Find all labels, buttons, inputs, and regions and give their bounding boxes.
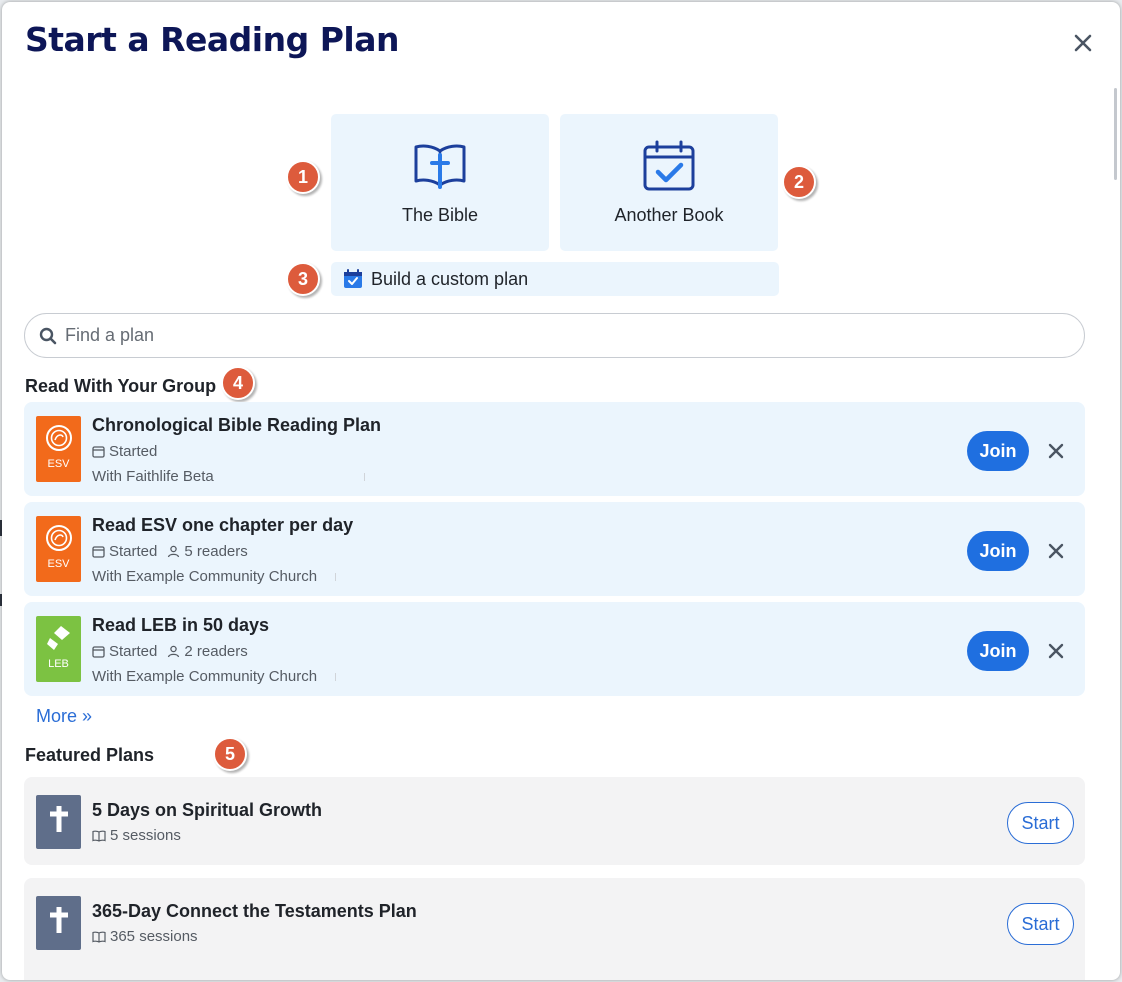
group-plan-row[interactable]: ESV Read ESV one chapter per day Started…: [24, 502, 1085, 596]
plan-group: With Faithlife Beta: [92, 468, 214, 485]
bible-cover-thumbnail: [36, 896, 81, 950]
dialog-title: Start a Reading Plan: [25, 20, 399, 59]
leb-logo-icon: [46, 626, 70, 650]
open-book-icon: [92, 931, 106, 943]
cross-icon: [49, 907, 68, 933]
open-book-icon: [92, 830, 106, 842]
leb-cover-thumbnail: LEB: [36, 616, 81, 682]
plan-group: With Example Community Church: [92, 568, 318, 585]
person-icon: [167, 545, 180, 558]
close-icon: [1048, 643, 1064, 659]
join-plan-button[interactable]: Join: [967, 531, 1029, 571]
annotation-badge-1: 1: [286, 160, 320, 194]
plan-group: With Example Community Church: [92, 668, 318, 685]
join-plan-button[interactable]: Join: [967, 631, 1029, 671]
calendar-icon: [92, 445, 105, 458]
plan-readers: 5 readers: [184, 543, 248, 560]
featured-plan-row[interactable]: 365-Day Connect the Testaments Plan 365 …: [24, 878, 1085, 980]
annotation-badge-2: 2: [782, 165, 816, 199]
bible-cross-icon: [414, 144, 466, 189]
plan-status: Started: [109, 643, 158, 660]
build-custom-plan-button[interactable]: Build a custom plan: [331, 262, 779, 296]
start-plan-button[interactable]: Start: [1007, 802, 1074, 844]
close-dialog-button[interactable]: [1070, 30, 1096, 56]
search-input[interactable]: [65, 325, 1045, 346]
esv-cover-thumbnail: ESV: [36, 416, 81, 482]
dismiss-plan-button[interactable]: [1044, 439, 1068, 463]
scrollbar-thumb[interactable]: [1114, 88, 1117, 180]
esv-seal-icon: [45, 525, 72, 551]
calendar-check-icon: [643, 140, 695, 191]
bible-source-tile[interactable]: The Bible: [331, 114, 549, 251]
plan-status-line: Started 5 readers: [92, 543, 248, 560]
join-plan-button[interactable]: Join: [967, 431, 1029, 471]
group-plan-row[interactable]: ESV Chronological Bible Reading Plan Sta…: [24, 402, 1085, 496]
start-plan-button[interactable]: Start: [1007, 903, 1074, 945]
plan-title: Chronological Bible Reading Plan: [92, 415, 382, 435]
more-group-plans-link[interactable]: More »: [36, 706, 92, 727]
thumbnail-label: ESV: [47, 458, 70, 470]
plan-title: 5 Days on Spiritual Growth: [92, 800, 323, 820]
esv-cover-thumbnail: ESV: [36, 516, 81, 582]
esv-seal-icon: [45, 425, 72, 451]
annotation-badge-5: 5: [213, 737, 247, 771]
custom-plan-label: Build a custom plan: [371, 268, 529, 289]
calendar-icon: [92, 545, 105, 558]
another-book-tile-label: Another Book: [614, 205, 724, 225]
search-icon: [39, 327, 57, 344]
plan-sessions-line: 365 sessions: [92, 928, 198, 945]
featured-plan-row[interactable]: 5 Days on Spiritual Growth 5 sessions St…: [24, 777, 1085, 865]
another-book-source-tile[interactable]: Another Book: [560, 114, 778, 251]
annotation-badge-4: 4: [221, 366, 255, 400]
bible-cover-thumbnail: [36, 795, 81, 849]
featured-section-heading: Featured Plans: [25, 745, 155, 765]
plan-status: Started: [109, 443, 158, 460]
divider-tick: [335, 673, 336, 681]
close-icon: [1074, 34, 1092, 52]
plan-title: Read ESV one chapter per day: [92, 515, 354, 535]
plan-group-line: With Faithlife Beta: [92, 468, 214, 485]
dismiss-plan-button[interactable]: [1044, 639, 1068, 663]
group-section-heading: Read With Your Group: [25, 376, 217, 396]
plan-status-line: Started: [92, 443, 167, 460]
person-icon: [167, 645, 180, 658]
calendar-icon: [92, 645, 105, 658]
close-icon: [1048, 543, 1064, 559]
plan-sessions-line: 5 sessions: [92, 827, 181, 844]
plan-status-line: Started 2 readers: [92, 643, 248, 660]
plan-sessions: 5 sessions: [110, 827, 181, 844]
thumbnail-label: ESV: [47, 558, 70, 570]
calendar-check-small-icon: [344, 269, 362, 288]
plan-status: Started: [109, 543, 158, 560]
dismiss-plan-button[interactable]: [1044, 539, 1068, 563]
thumbnail-label: LEB: [48, 658, 69, 670]
plan-title: 365-Day Connect the Testaments Plan: [92, 901, 417, 921]
group-plan-row[interactable]: LEB Read LEB in 50 days Started 2 reader…: [24, 602, 1085, 696]
divider-tick: [364, 473, 365, 481]
bible-tile-label: The Bible: [401, 205, 479, 225]
annotation-badge-3: 3: [286, 262, 320, 296]
plan-readers: 2 readers: [184, 643, 248, 660]
reading-plan-dialog: Start a Reading Plan The Bible Another B…: [2, 2, 1120, 980]
plan-group-line: With Example Community Church: [92, 668, 317, 685]
plan-search-box[interactable]: [24, 313, 1085, 358]
plan-group-line: With Example Community Church: [92, 568, 317, 585]
cross-icon: [49, 806, 68, 832]
close-icon: [1048, 443, 1064, 459]
plan-title: Read LEB in 50 days: [92, 615, 270, 635]
divider-tick: [335, 573, 336, 581]
plan-sessions: 365 sessions: [110, 928, 198, 945]
